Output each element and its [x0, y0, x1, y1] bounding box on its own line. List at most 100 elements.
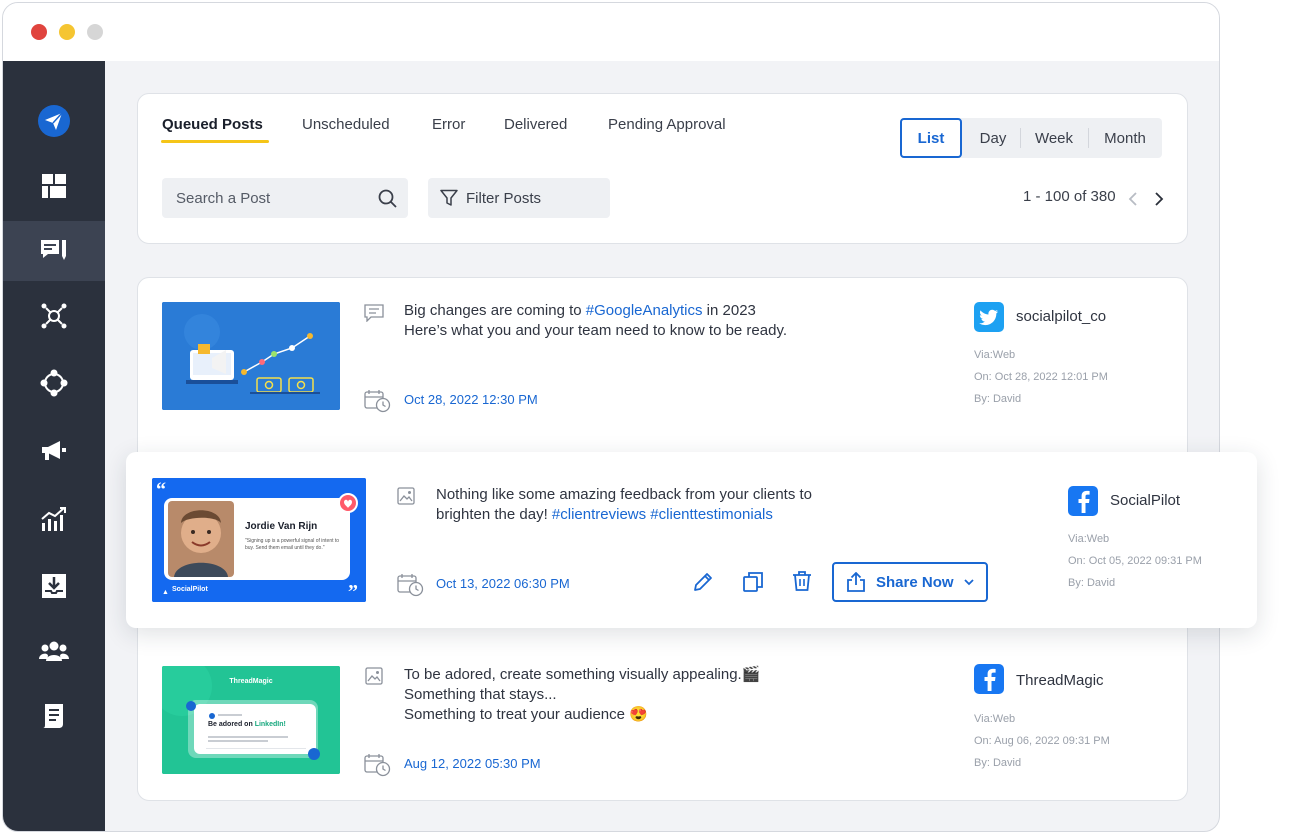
- meta-via: Via:Web: [974, 349, 1016, 361]
- team-users-icon: [39, 641, 69, 661]
- search-input[interactable]: [176, 178, 366, 218]
- post-meta: Via:Web On: Oct 05, 2022 09:31 PM By: Da…: [1068, 528, 1202, 594]
- sidebar-item-dashboard[interactable]: [3, 156, 105, 216]
- view-switcher: List Day Week Month: [900, 118, 1162, 158]
- calendar-clock-icon: [364, 390, 391, 413]
- scheduled-date[interactable]: Oct 13, 2022 06:30 PM: [436, 576, 570, 591]
- chevron-right-icon[interactable]: [1154, 192, 1164, 206]
- network-connect-icon: [41, 303, 67, 329]
- share-now-button[interactable]: Share Now: [832, 562, 988, 602]
- post-meta: Via:Web On: Oct 28, 2022 12:01 PM By: Da…: [974, 344, 1108, 410]
- posts-chat-icon: [41, 240, 66, 260]
- testimonial-quote: "Signing up is a powerful signal of inte…: [245, 538, 340, 551]
- hashtag-link[interactable]: #GoogleAnalytics: [586, 302, 703, 319]
- thumb-title-text: Be adored on: [208, 721, 255, 728]
- post-text-line: brighten the day!: [436, 506, 552, 523]
- svg-text:▲: ▲: [162, 589, 169, 596]
- account-name: SocialPilot: [1110, 492, 1181, 509]
- testimonial-brand: SocialPilot: [172, 586, 208, 593]
- sidebar-item-posts[interactable]: [3, 221, 105, 281]
- duplicate-icon[interactable]: [742, 571, 764, 593]
- close-window-button[interactable]: [31, 24, 47, 40]
- sidebar-item-connect[interactable]: [3, 286, 105, 346]
- pagination-range: 1 - 100 of 380: [1023, 188, 1116, 205]
- view-month-button[interactable]: Month: [1090, 118, 1160, 158]
- inbox-download-icon: [42, 574, 66, 598]
- post-text-line: Something to treat your audience 😍: [404, 706, 648, 723]
- filter-posts-label: Filter Posts: [466, 189, 542, 207]
- post-text-line: Here’s what you and your team need to kn…: [404, 322, 788, 339]
- meta-author: By: David: [1068, 577, 1116, 589]
- post-text-line: in 2023: [702, 302, 756, 319]
- meta-created-on: On: Oct 05, 2022 09:31 PM: [1068, 555, 1202, 567]
- analytics-chart-icon: [41, 507, 66, 531]
- meta-author: By: David: [974, 757, 1022, 769]
- tab-error[interactable]: Error: [432, 116, 465, 133]
- title-bar: [3, 3, 1219, 61]
- account-name: socialpilot_co: [1016, 308, 1107, 325]
- sidebar: [3, 61, 105, 831]
- post-text-line: To be adored, create something visually …: [404, 666, 761, 683]
- search-icon[interactable]: [378, 189, 397, 208]
- threadmagic-brand: ThreadMagic: [229, 678, 273, 685]
- testimonial-name: Jordie Van Rijn: [245, 521, 318, 532]
- chevron-left-icon[interactable]: [1128, 192, 1138, 206]
- thumb-title: Be adored on LinkedIn!: [208, 721, 286, 728]
- share-upload-icon: [847, 572, 865, 592]
- tab-delivered[interactable]: Delivered: [504, 116, 567, 133]
- meta-author: By: David: [974, 393, 1022, 405]
- tab-unscheduled[interactable]: Unscheduled: [302, 116, 390, 133]
- minimize-window-button[interactable]: [59, 24, 75, 40]
- socialpilot-logo-icon: [38, 105, 70, 137]
- meta-created-on: On: Oct 28, 2022 12:01 PM: [974, 371, 1108, 383]
- twitter-badge: [974, 302, 1004, 332]
- svg-text:”: ”: [348, 581, 358, 602]
- view-list-button[interactable]: List: [900, 118, 962, 158]
- scheduled-date[interactable]: Aug 12, 2022 05:30 PM: [404, 756, 541, 771]
- filter-posts-button[interactable]: Filter Posts: [428, 178, 610, 218]
- edit-pencil-icon[interactable]: [692, 571, 714, 593]
- delete-trash-icon[interactable]: [792, 570, 812, 592]
- dashboard-icon: [42, 174, 66, 198]
- sidebar-item-campaigns[interactable]: [3, 421, 105, 481]
- filter-funnel-icon: [440, 189, 458, 206]
- post-text: To be adored, create something visually …: [404, 665, 760, 725]
- circle-nodes-icon: [40, 369, 68, 397]
- post-thumbnail[interactable]: ThreadMagic Be adored on LinkedIn!: [162, 666, 340, 774]
- view-separator: [1088, 128, 1089, 148]
- sidebar-item-reports[interactable]: [3, 686, 105, 746]
- account-name: ThreadMagic: [1016, 672, 1104, 689]
- tab-pending-approval[interactable]: Pending Approval: [608, 116, 726, 133]
- image-post-icon: [365, 667, 383, 685]
- post-text-line: Something that stays...: [404, 686, 557, 703]
- hashtag-link[interactable]: #clientreviews: [552, 506, 646, 523]
- facebook-badge: [974, 664, 1004, 694]
- active-tab-indicator: [161, 140, 269, 143]
- meta-via: Via:Web: [974, 713, 1016, 725]
- document-report-icon: [43, 704, 63, 728]
- post-thumbnail[interactable]: “ ” ▲ Jordie Van Rijn "Signing up is a p…: [152, 478, 366, 602]
- text-post-icon: [364, 304, 384, 322]
- sidebar-item-groups[interactable]: [3, 353, 105, 413]
- logo[interactable]: [3, 91, 105, 151]
- twitter-icon: [979, 309, 998, 325]
- view-separator: [1020, 128, 1021, 148]
- tab-queued-posts[interactable]: Queued Posts: [162, 116, 263, 133]
- meta-created-on: On: Aug 06, 2022 09:31 PM: [974, 735, 1110, 747]
- sidebar-item-inbox[interactable]: [3, 556, 105, 616]
- sidebar-item-team[interactable]: [3, 621, 105, 681]
- view-day-button[interactable]: Day: [964, 118, 1022, 158]
- sidebar-item-analytics[interactable]: [3, 489, 105, 549]
- megaphone-icon: [42, 441, 66, 460]
- scheduled-date[interactable]: Oct 28, 2022 12:30 PM: [404, 392, 538, 407]
- post-text: Nothing like some amazing feedback from …: [436, 485, 812, 525]
- maximize-window-button[interactable]: [87, 24, 103, 40]
- meta-via: Via:Web: [1068, 533, 1110, 545]
- post-thumbnail[interactable]: [162, 302, 340, 410]
- calendar-clock-icon: [364, 754, 391, 777]
- facebook-icon: [1078, 490, 1090, 513]
- chevron-down-icon: [963, 578, 974, 585]
- view-week-button[interactable]: Week: [1022, 118, 1086, 158]
- hashtag-link[interactable]: #clienttestimonials: [646, 506, 773, 523]
- thumb-title-highlight: LinkedIn!: [254, 721, 286, 728]
